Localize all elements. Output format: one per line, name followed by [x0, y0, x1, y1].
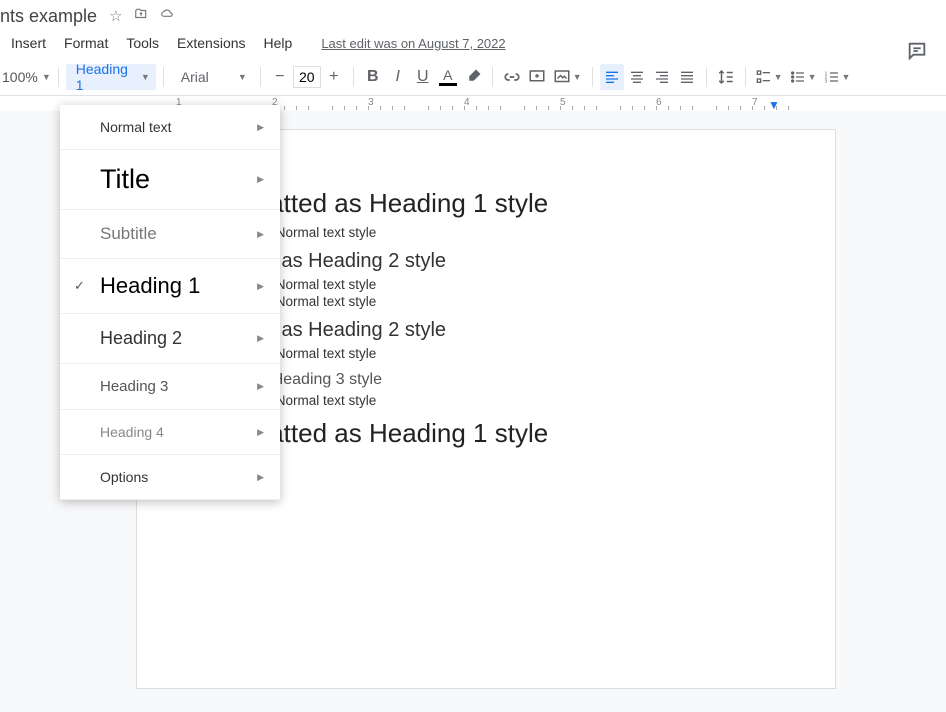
document-line[interactable]: formatted as Normal text style	[197, 277, 775, 292]
font-size-decrease[interactable]: −	[268, 64, 292, 90]
document-line[interactable]: formatted as Normal text style	[197, 346, 775, 361]
style-option-heading-2[interactable]: Heading 2 ▶	[60, 314, 280, 364]
style-option-heading-3[interactable]: Heading 3 ▶	[60, 364, 280, 410]
styles-dropdown-menu: Normal text▶Title▶Subtitle▶✓Heading 1▶He…	[60, 105, 280, 500]
document-line[interactable]: formatted as Normal text style	[197, 393, 775, 408]
document-line[interactable]: formatted as Normal text style	[197, 225, 775, 240]
style-option-heading-1[interactable]: ✓ Heading 1 ▶	[60, 259, 280, 314]
style-option-normal-text[interactable]: Normal text ▶	[60, 105, 280, 150]
insert-image-button[interactable]: ▼	[550, 64, 585, 90]
menu-tools[interactable]: Tools	[117, 31, 168, 55]
document-line[interactable]: s formatted as Heading 1 style	[197, 188, 775, 219]
align-center-button[interactable]	[625, 64, 649, 90]
style-option-label: Options	[100, 469, 148, 485]
checklist-button[interactable]: ▼	[753, 64, 786, 90]
menu-format[interactable]: Format	[55, 31, 117, 55]
add-comment-button[interactable]	[525, 64, 549, 90]
submenu-arrow-icon: ▶	[257, 472, 264, 483]
menu-extensions[interactable]: Extensions	[168, 31, 254, 55]
text-color-button[interactable]: A	[436, 64, 460, 90]
check-icon: ✓	[74, 278, 85, 294]
numbered-list-button[interactable]: 123▼	[821, 64, 854, 90]
style-option-options[interactable]: Options ▶	[60, 455, 280, 500]
indent-marker-icon[interactable]: ▼	[768, 98, 780, 112]
font-family-select[interactable]: Arial ▼	[171, 64, 253, 90]
move-icon[interactable]	[133, 7, 149, 25]
style-option-title[interactable]: Title ▶	[60, 150, 280, 210]
document-line[interactable]: matted as Heading 3 style	[197, 371, 775, 389]
font-value: Arial	[181, 69, 209, 85]
align-left-button[interactable]	[600, 64, 624, 90]
menu-insert[interactable]: Insert	[2, 31, 55, 55]
line-spacing-button[interactable]	[714, 64, 738, 90]
bold-button[interactable]: B	[361, 64, 385, 90]
document-line[interactable]: s formatted as Heading 1 style	[197, 418, 775, 449]
document-line[interactable]: formatted as Normal text style	[197, 294, 775, 309]
align-right-button[interactable]	[650, 64, 674, 90]
menu-help[interactable]: Help	[255, 31, 302, 55]
cloud-icon[interactable]	[159, 7, 176, 25]
submenu-arrow-icon: ▶	[257, 427, 264, 438]
chevron-down-icon: ▼	[42, 72, 51, 82]
chevron-down-icon: ▼	[141, 72, 150, 82]
comments-icon[interactable]	[906, 40, 928, 62]
paragraph-style-select[interactable]: Heading 1 ▼	[66, 64, 156, 90]
document-line[interactable]: ormatted as Heading 2 style	[197, 319, 775, 342]
submenu-arrow-icon: ▶	[257, 333, 264, 344]
zoom-value: 100%	[2, 69, 38, 85]
submenu-arrow-icon: ▶	[257, 229, 264, 240]
style-option-label: Subtitle	[100, 224, 157, 244]
highlight-color-button[interactable]	[461, 64, 485, 90]
zoom-select[interactable]: 100% ▼	[2, 69, 51, 85]
underline-button[interactable]: U	[411, 64, 435, 90]
style-option-label: Title	[100, 164, 150, 195]
submenu-arrow-icon: ▶	[257, 381, 264, 392]
style-option-subtitle[interactable]: Subtitle ▶	[60, 210, 280, 259]
insert-link-button[interactable]	[500, 64, 524, 90]
align-justify-button[interactable]	[675, 64, 699, 90]
document-title[interactable]: nts example	[0, 6, 97, 27]
document-line[interactable]: ormatted as Heading 2 style	[197, 250, 775, 273]
style-option-heading-4[interactable]: Heading 4 ▶	[60, 410, 280, 455]
font-size-increase[interactable]: +	[322, 64, 346, 90]
font-size-input[interactable]	[293, 66, 321, 88]
submenu-arrow-icon: ▶	[257, 174, 264, 185]
style-option-label: Heading 4	[100, 424, 164, 440]
bulleted-list-button[interactable]: ▼	[787, 64, 820, 90]
svg-text:3: 3	[824, 78, 827, 83]
style-option-label: Heading 3	[100, 378, 168, 395]
style-option-label: Normal text	[100, 119, 172, 135]
italic-button[interactable]: I	[386, 64, 410, 90]
star-icon[interactable]: ☆	[109, 7, 122, 25]
style-option-label: Heading 1	[100, 273, 200, 299]
style-value: Heading 1	[76, 61, 135, 93]
submenu-arrow-icon: ▶	[257, 122, 264, 133]
submenu-arrow-icon: ▶	[257, 281, 264, 292]
last-edit-link[interactable]: Last edit was on August 7, 2022	[321, 36, 505, 51]
chevron-down-icon: ▼	[238, 72, 247, 82]
style-option-label: Heading 2	[100, 328, 182, 349]
